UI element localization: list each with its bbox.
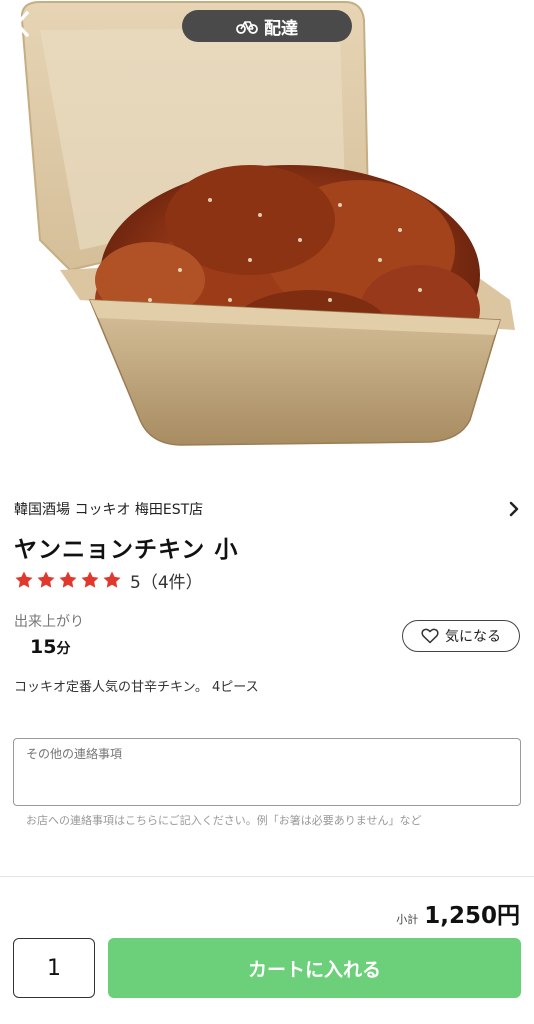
star-icon — [59, 571, 77, 588]
delivery-mode-label: 配達 — [264, 18, 298, 39]
back-button[interactable] — [12, 10, 48, 46]
favorite-button[interactable]: 気になる — [402, 620, 520, 652]
subtotal-value: 1,250円 — [424, 903, 520, 929]
prep-time-unit: 分 — [56, 641, 71, 657]
star-icon — [37, 571, 55, 588]
favorite-label: 気になる — [445, 629, 501, 645]
divider — [0, 876, 534, 877]
item-description: コッキオ定番人気の甘辛チキン。 4ピース — [14, 680, 259, 695]
prep-time-number: 15 — [30, 636, 57, 658]
add-to-cart-button[interactable]: カートに入れる — [108, 938, 521, 998]
rating: 5（4件） — [14, 568, 203, 593]
chevron-right-icon — [509, 501, 519, 517]
subtotal-label: 小計 — [396, 913, 419, 926]
bicycle-icon — [236, 21, 258, 34]
note-input[interactable] — [13, 738, 521, 806]
star-icon — [103, 571, 121, 588]
prep-time-value: 15分 — [30, 636, 70, 658]
chevron-left-icon — [15, 11, 29, 37]
delivery-mode-badge: 配達 — [182, 10, 352, 42]
rating-text: 5（4件） — [130, 572, 203, 593]
note-help-text: お店への連絡事項はこちらにご記入ください。例「お箸は必要ありません」など — [26, 814, 422, 827]
star-icon — [15, 571, 33, 588]
fried-chicken-box-illustration — [20, 1, 515, 446]
subtotal: 小計 1,250円 — [396, 896, 520, 930]
heart-icon — [421, 628, 439, 644]
store-name: 韓国酒場 コッキオ 梅田EST店 — [14, 502, 204, 518]
prep-time-label: 出来上がり — [14, 614, 84, 630]
item-title: ヤンニョンチキン 小 — [14, 537, 239, 563]
store-link[interactable]: 韓国酒場 コッキオ 梅田EST店 — [14, 498, 520, 520]
star-icon — [81, 571, 99, 588]
quantity-selector[interactable]: 1 — [13, 938, 95, 998]
product-image: 配達 — [0, 0, 534, 470]
